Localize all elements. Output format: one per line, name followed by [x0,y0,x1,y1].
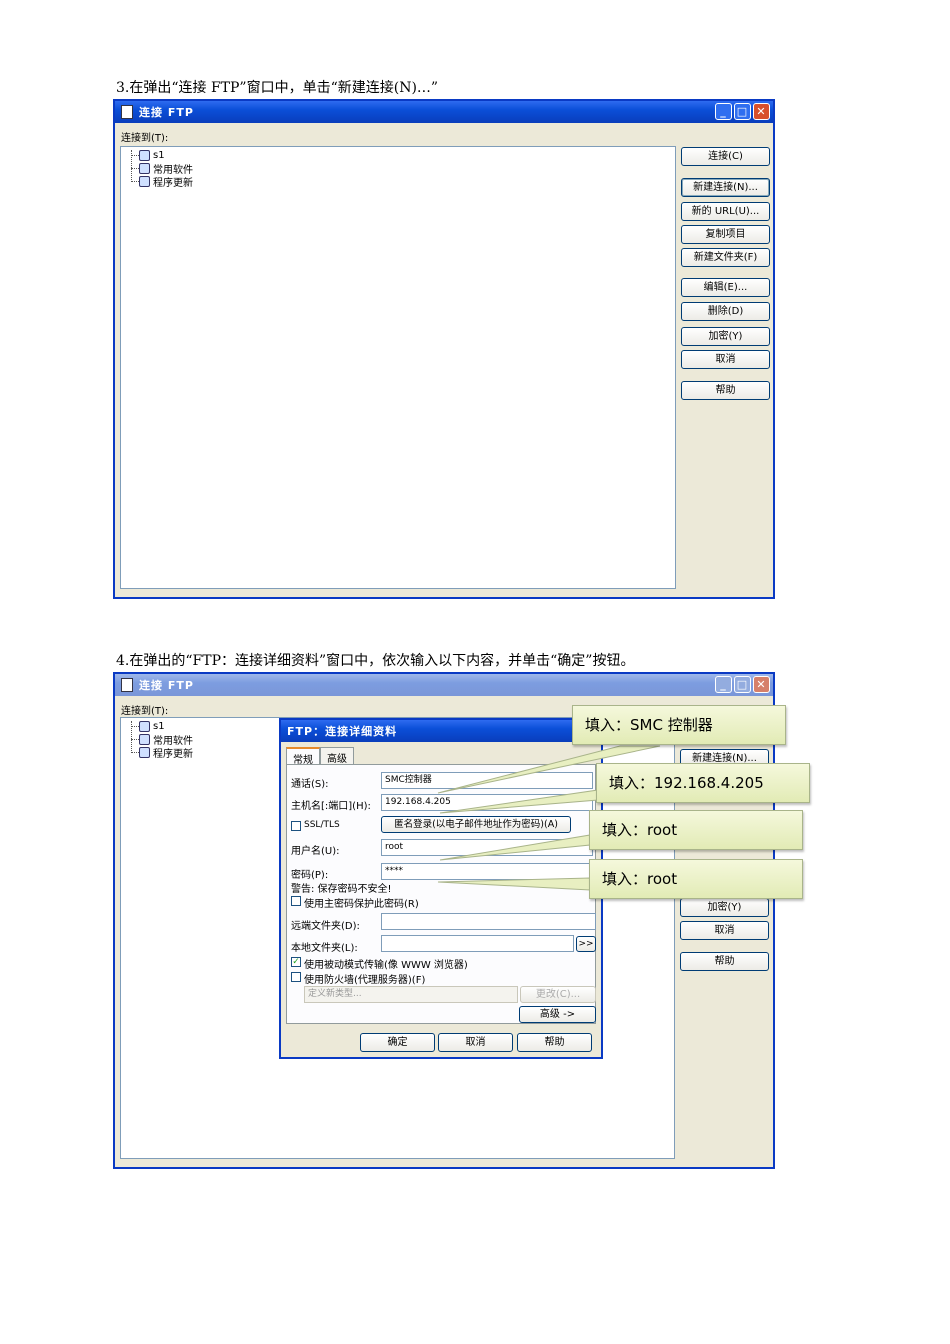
dialog-titlebar[interactable]: FTP：连接详细资料 [281,720,601,742]
window-titlebar[interactable]: 连接 FTP _ □ ✕ [115,674,773,696]
firewall-checkbox[interactable] [291,972,301,982]
passive-mode-label: 使用被动模式传输(像 WWW 浏览器) [304,960,468,971]
ftp-site-icon [139,150,150,161]
dialog-title: FTP：连接详细资料 [287,725,398,738]
encrypt-button[interactable]: 加密(Y) [680,898,769,917]
encrypt-button[interactable]: 加密(Y) [681,327,770,346]
edit-button[interactable]: 编辑(E)... [681,278,770,297]
minimize-icon[interactable]: _ [715,103,732,120]
remote-folder-input[interactable] [381,913,596,930]
window-title: 连接 FTP [139,679,194,692]
ftp-site-icon [139,734,150,745]
local-folder-label: 本地文件夹(L): [291,943,358,954]
new-connection-button[interactable]: 新建连接(N)... [681,178,770,197]
ssl-checkbox[interactable] [291,821,301,831]
callout-password: 填入：root [589,859,803,899]
firewall-label: 使用防火墙(代理服务器)(F) [304,975,426,986]
connection-tree[interactable]: s1 常用软件 程序更新 [120,146,676,589]
new-folder-button[interactable]: 新建文件夹(F) [681,248,770,267]
maximize-icon[interactable]: □ [734,676,751,693]
step4-caption: 4.在弹出的“FTP：连接详细资料”窗口中，依次输入以下内容，并单击“确定”按钮… [116,653,635,669]
connect-ftp-window: 连接 FTP _ □ ✕ 连接到(T): s1 常用软件 程序更新 连接(C) … [113,99,775,599]
help-button[interactable]: 帮助 [680,952,769,971]
tree-item-program-update[interactable]: 程序更新 [139,746,193,760]
connect-to-label: 连接到(T): [121,706,169,717]
cancel-button[interactable]: 取消 [681,350,770,369]
minimize-icon[interactable]: _ [715,676,732,693]
help-button[interactable]: 帮助 [681,381,770,400]
callout-session-name: 填入：SMC 控制器 [572,705,786,745]
general-panel: 通话(S): SMC控制器 主机名[:端口](H): 192.168.4.205… [286,764,596,1024]
ftp-site-icon [139,721,150,732]
dialog-help-button[interactable]: 帮助 [517,1033,592,1052]
host-input[interactable]: 192.168.4.205 [381,794,593,811]
ftp-site-icon [139,176,150,187]
local-folder-input[interactable] [381,935,574,952]
remote-folder-label: 远端文件夹(D): [291,921,360,932]
password-warning: 警告: 保存密码不安全! [291,884,392,895]
close-icon[interactable]: ✕ [753,103,770,120]
dialog-cancel-button[interactable]: 取消 [438,1033,513,1052]
passive-mode-checkbox[interactable]: ✓ [291,957,301,967]
username-label: 用户名(U): [291,846,340,857]
username-input[interactable]: root [381,839,593,856]
callout-host: 填入：192.168.4.205 [596,763,810,803]
connection-details-dialog: FTP：连接详细资料 常规 高级 通话(S): SMC控制器 主机名[:端口](… [279,718,603,1059]
host-label: 主机名[:端口](H): [291,801,371,812]
connect-button[interactable]: 连接(C) [681,147,770,166]
ftp-app-icon [121,678,133,692]
ssl-label: SSL/TLS [304,820,340,830]
window-titlebar[interactable]: 连接 FTP _ □ ✕ [115,101,773,123]
close-icon[interactable]: ✕ [753,676,770,693]
ftp-app-icon [121,105,133,119]
ok-button[interactable]: 确定 [360,1033,435,1052]
proxy-type-select[interactable]: 定义新类型... [304,986,518,1003]
master-password-checkbox[interactable] [291,896,301,906]
new-url-button[interactable]: 新的 URL(U)... [681,202,770,221]
advanced-button[interactable]: 高级 -> [519,1006,596,1023]
password-label: 密码(P): [291,870,329,881]
cancel-button[interactable]: 取消 [680,921,769,940]
browse-button[interactable]: >> [576,936,596,952]
password-input[interactable]: **** [381,863,593,880]
anonymous-login-button[interactable]: 匿名登录(以电子邮件地址作为密码)(A) [381,816,571,833]
maximize-icon[interactable]: □ [734,103,751,120]
window-title: 连接 FTP [139,106,194,119]
connect-to-label: 连接到(T): [121,133,169,144]
ftp-site-icon [139,163,150,174]
step3-caption: 3.在弹出“连接 FTP”窗口中，单击“新建连接(N)…” [116,80,439,96]
ftp-site-icon [139,747,150,758]
delete-button[interactable]: 删除(D) [681,302,770,321]
master-password-label: 使用主密码保护此密码(R) [304,899,419,910]
change-button[interactable]: 更改(C)... [520,986,596,1003]
session-name-input[interactable]: SMC控制器 [381,772,593,789]
session-name-label: 通话(S): [291,779,329,790]
tree-item-program-update[interactable]: 程序更新 [139,175,193,189]
copy-item-button[interactable]: 复制项目 [681,225,770,244]
callout-username: 填入：root [589,810,803,850]
